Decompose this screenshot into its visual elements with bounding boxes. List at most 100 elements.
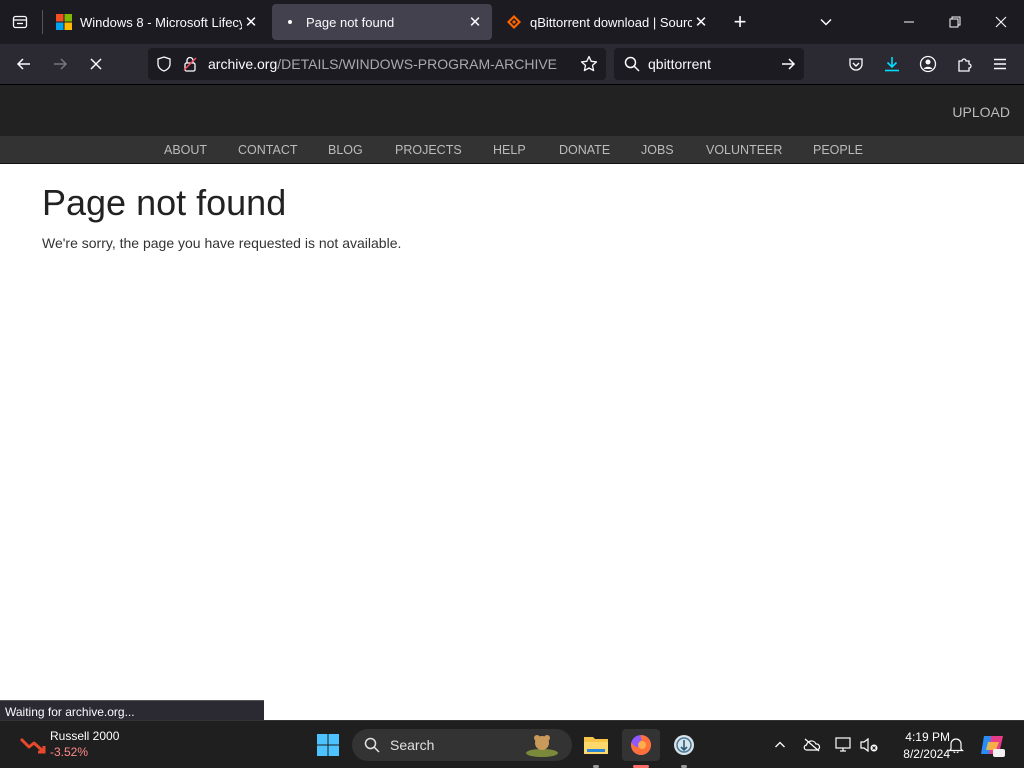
- search-label: Search: [390, 737, 435, 753]
- page-title: Page not found: [42, 182, 287, 223]
- pocket-icon: [849, 58, 863, 71]
- volume-muted-icon: [860, 737, 878, 753]
- chevron-down-icon: [820, 18, 832, 26]
- stock-widget[interactable]: Russell 2000 -3.52%: [16, 727, 136, 763]
- site-subnav: ABOUT CONTACT BLOG PROJECTS HELP DONATE …: [0, 136, 1024, 164]
- search-input[interactable]: qbittorrent: [648, 56, 711, 72]
- network-volume-tray[interactable]: [860, 735, 880, 755]
- taskbar-search[interactable]: Search: [352, 729, 572, 761]
- nav-jobs[interactable]: JOBS: [641, 143, 674, 157]
- widget-value: -3.52%: [50, 745, 89, 759]
- search-bar[interactable]: qbittorrent: [614, 48, 804, 80]
- plus-icon: +: [733, 9, 747, 34]
- tab-title: Page not found: [306, 14, 395, 30]
- download-icon: [885, 57, 899, 72]
- clock-date: 8/2/2024: [903, 747, 950, 761]
- globe-app-icon: [674, 735, 694, 755]
- shield-icon[interactable]: [156, 56, 172, 72]
- copilot-button[interactable]: [976, 729, 1008, 761]
- app-button[interactable]: [668, 729, 700, 761]
- navigation-toolbar: archive.org/DETAILS/WINDOWS-PROGRAM-ARCH…: [0, 44, 1024, 84]
- file-explorer-button[interactable]: [580, 729, 612, 761]
- search-icon: [364, 737, 380, 753]
- list-all-tabs-button[interactable]: [806, 0, 846, 44]
- tab-close-icon[interactable]: ✕: [242, 13, 260, 31]
- tab-title: Windows 8 - Microsoft Lifecycle: [80, 14, 242, 30]
- tab-windows8[interactable]: Windows 8 - Microsoft Lifecycle ✕: [46, 4, 268, 40]
- bookmark-star-icon[interactable]: [580, 55, 598, 73]
- copilot-icon: [981, 736, 1005, 757]
- back-button[interactable]: [8, 48, 40, 80]
- nav-blog[interactable]: BLOG: [328, 143, 363, 157]
- windows-start-icon: [317, 734, 339, 756]
- display-tray[interactable]: [834, 735, 854, 755]
- nav-projects[interactable]: PROJECTS: [395, 143, 462, 157]
- show-hidden-icons-button[interactable]: [770, 735, 790, 755]
- restore-button[interactable]: [932, 0, 978, 44]
- stock-chart-icon: [20, 737, 46, 754]
- url-path: /DETAILS/WINDOWS-PROGRAM-ARCHIVE: [277, 56, 558, 72]
- url-host: archive.org: [208, 56, 278, 72]
- tab-separator: [42, 10, 43, 34]
- cloud-off-icon: [803, 738, 821, 752]
- nav-people[interactable]: PEOPLE: [813, 143, 863, 157]
- nav-contact[interactable]: CONTACT: [238, 143, 298, 157]
- pocket-button[interactable]: [840, 48, 872, 80]
- url-bar[interactable]: archive.org/DETAILS/WINDOWS-PROGRAM-ARCH…: [148, 48, 606, 80]
- error-message: We're sorry, the page you have requested…: [42, 235, 402, 251]
- tab-strip: Windows 8 - Microsoft Lifecycle ✕ Page n…: [0, 0, 1024, 44]
- arrow-left-icon: [16, 58, 30, 70]
- chevron-up-icon: [775, 741, 785, 748]
- tab-page-not-found[interactable]: Page not found ✕: [272, 4, 492, 40]
- tab-close-icon[interactable]: ✕: [692, 13, 710, 31]
- new-tab-button[interactable]: +: [722, 0, 758, 44]
- stop-button[interactable]: [80, 48, 112, 80]
- sourceforge-icon: [507, 15, 521, 29]
- status-panel: Waiting for archive.org...: [0, 700, 264, 721]
- extensions-button[interactable]: [948, 48, 980, 80]
- account-icon: [919, 55, 937, 73]
- tab-title: qBittorrent download | SourceForge: [530, 14, 692, 30]
- start-button[interactable]: [312, 729, 344, 761]
- close-window-button[interactable]: [978, 0, 1024, 44]
- forward-button[interactable]: [44, 48, 76, 80]
- nav-about[interactable]: ABOUT: [164, 143, 207, 157]
- restore-icon: [949, 16, 961, 28]
- monitor-icon: [835, 737, 851, 752]
- close-icon: [995, 16, 1007, 28]
- tab-qbittorrent[interactable]: qBittorrent download | SourceForge ✕: [496, 4, 718, 40]
- hamburger-icon: [994, 58, 1006, 70]
- downloads-button[interactable]: [876, 48, 908, 80]
- clock-time: 4:19 PM: [905, 730, 950, 744]
- widget-title: Russell 2000: [50, 729, 120, 743]
- menu-button[interactable]: [984, 48, 1016, 80]
- arrow-right-icon: [54, 58, 68, 70]
- tab-list-button[interactable]: [0, 0, 40, 44]
- windows-logo-icon: [56, 14, 72, 30]
- tab-list-icon: [12, 15, 28, 29]
- page-content: UPLOAD ABOUT CONTACT BLOG PROJECTS HELP …: [0, 84, 1024, 720]
- notifications-button[interactable]: [946, 735, 966, 755]
- minimize-button[interactable]: [886, 0, 932, 44]
- stop-icon: [90, 58, 102, 70]
- taskbar: Russell 2000 -3.52% Search 4:19 PM 8/2/2…: [0, 720, 1024, 768]
- bell-icon: [948, 738, 964, 753]
- loading-dot-icon: [288, 20, 292, 24]
- lock-warning-icon[interactable]: [182, 56, 198, 72]
- site-header: UPLOAD: [0, 84, 1024, 136]
- tab-close-icon[interactable]: ✕: [466, 13, 484, 31]
- nav-help[interactable]: HELP: [493, 143, 526, 157]
- firefox-button[interactable]: [622, 729, 660, 761]
- search-icon: [624, 56, 640, 72]
- search-highlight-icon: [526, 735, 558, 757]
- nav-donate[interactable]: DONATE: [559, 143, 610, 157]
- arrow-right-icon[interactable]: [780, 56, 796, 72]
- minimize-icon: [904, 21, 914, 23]
- nav-volunteer[interactable]: VOLUNTEER: [706, 143, 782, 157]
- upload-link[interactable]: UPLOAD: [952, 104, 1010, 120]
- puzzle-icon: [958, 58, 972, 72]
- clock[interactable]: 4:19 PM 8/2/2024: [886, 728, 950, 762]
- firefox-icon: [631, 734, 652, 755]
- onedrive-tray[interactable]: [802, 735, 822, 755]
- account-button[interactable]: [912, 48, 944, 80]
